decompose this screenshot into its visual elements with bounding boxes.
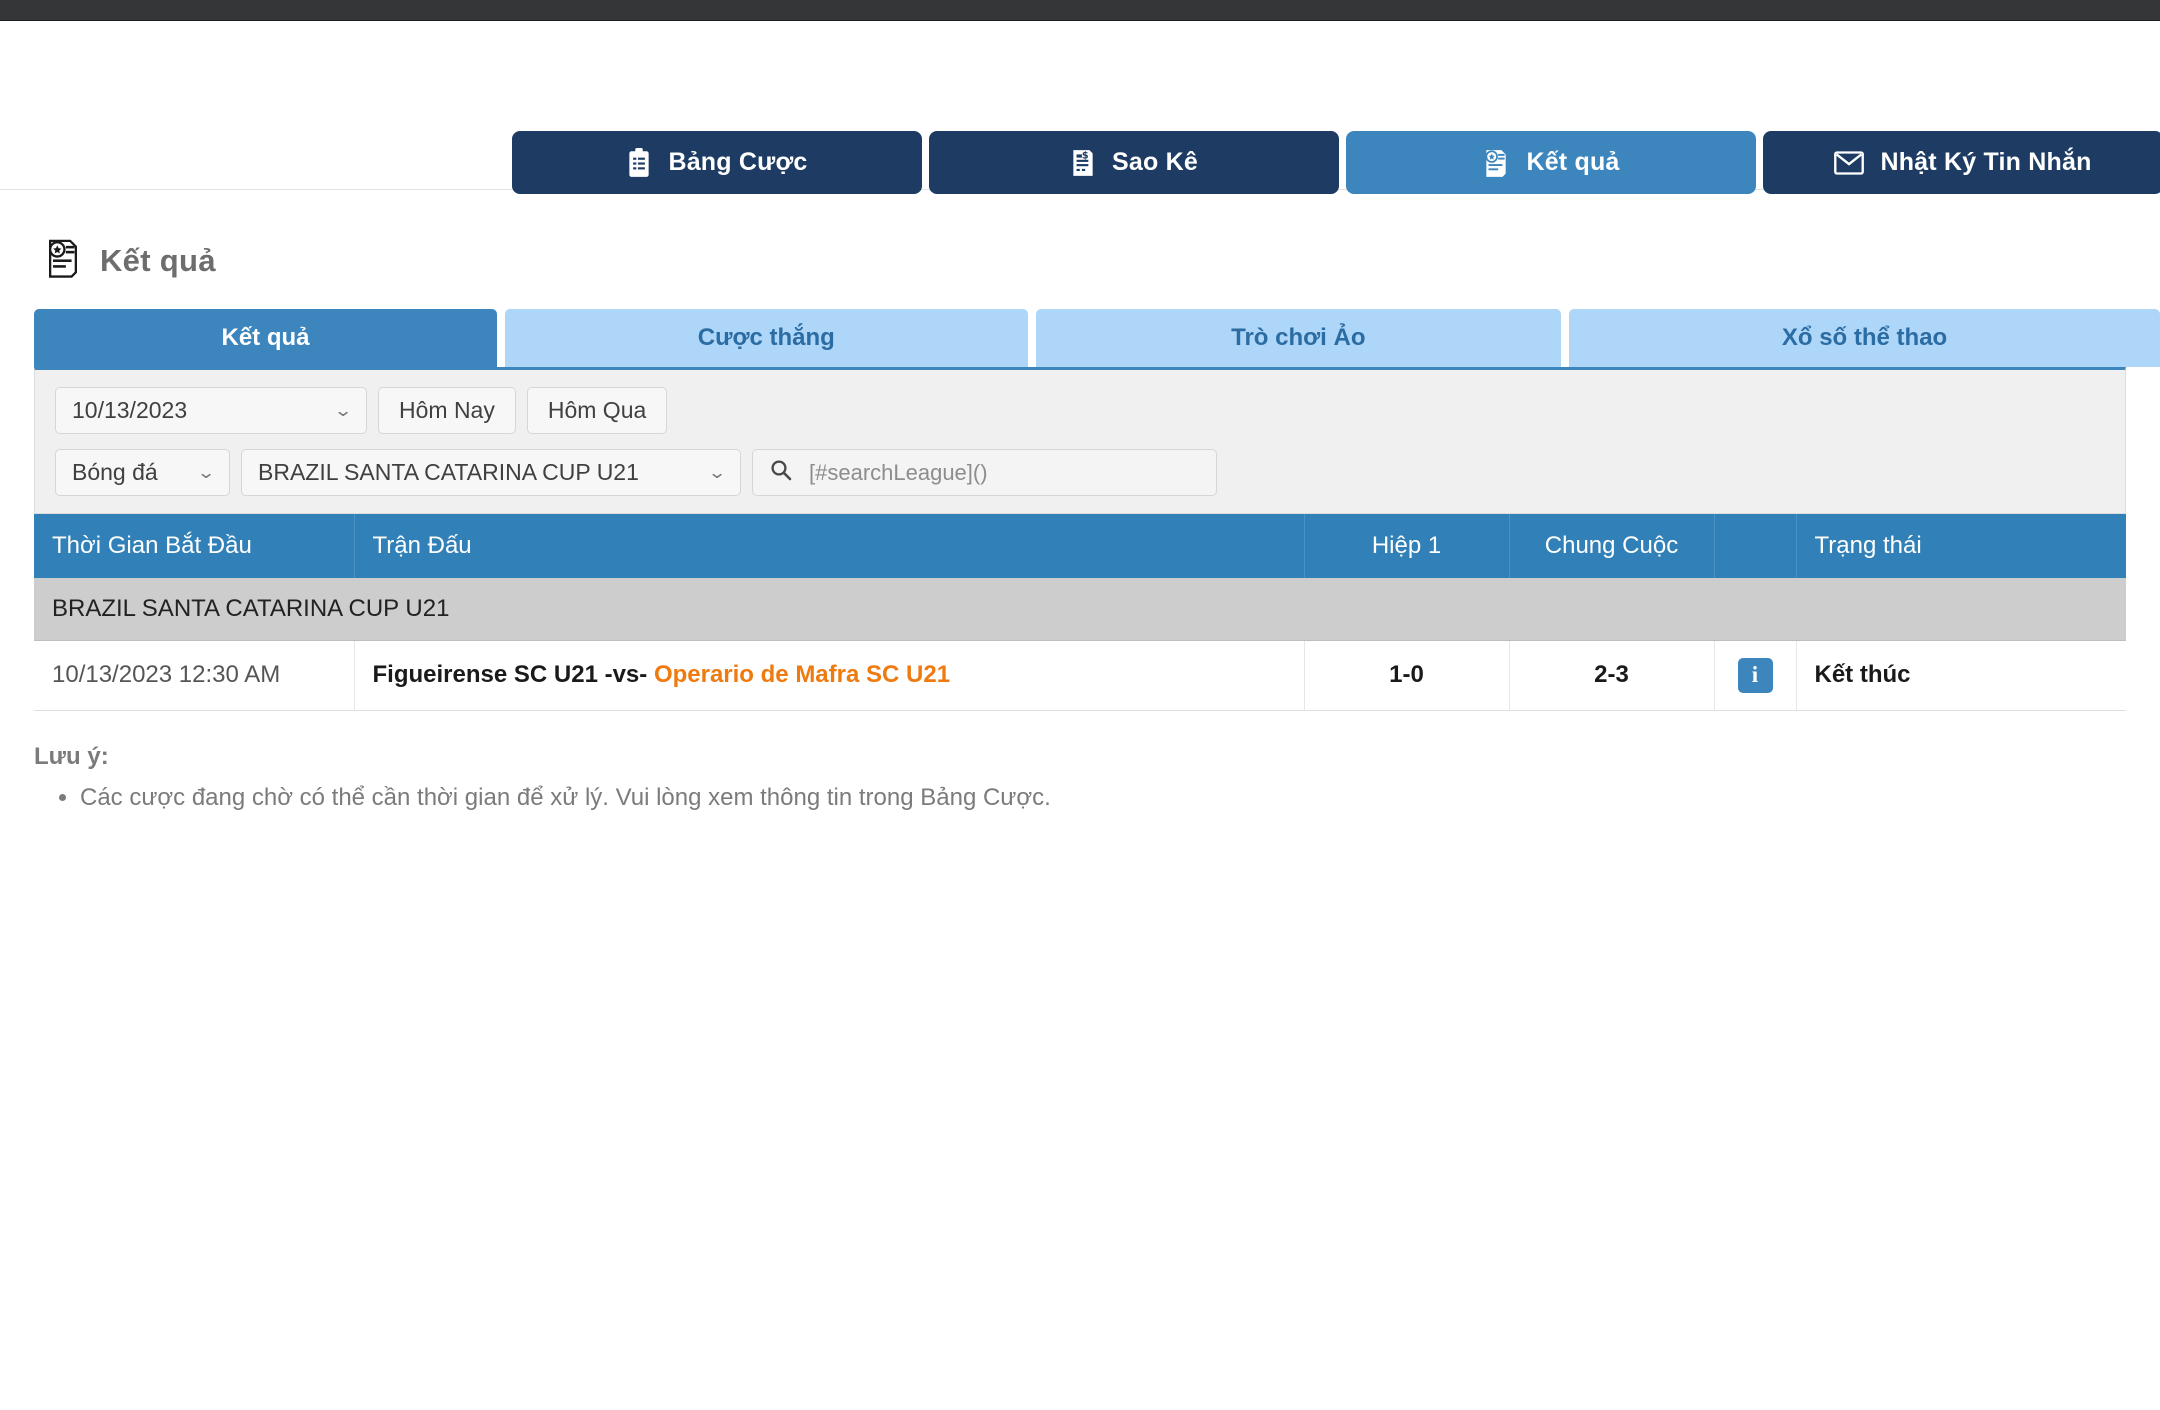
vs-separator: -vs-	[597, 661, 654, 688]
filter-row-league: Bóng đá ⌄ BRAZIL SANTA CATARINA CUP U21 …	[55, 449, 2125, 496]
date-select[interactable]: 10/13/2023 ⌄	[55, 387, 367, 434]
tab-cuoc-thang[interactable]: Cược thắng	[505, 309, 1028, 367]
main-nav-region: Bảng Cược $ Sao Kê Kết quả Nhật Ký Tin N…	[0, 21, 2160, 194]
column-header-info	[1714, 514, 1797, 578]
note-title: Lưu ý:	[34, 742, 109, 770]
clipboard-icon	[626, 147, 652, 178]
nav-button-label: Bảng Cược	[668, 148, 808, 176]
nav-button-nhat-ky-tin-nhan[interactable]: Nhật Ký Tin Nhắn	[1763, 131, 2160, 194]
league-value: BRAZIL SANTA CATARINA CUP U21	[258, 459, 639, 485]
chevron-down-icon: ⌄	[333, 400, 353, 420]
column-header-match: Trận Đấu	[354, 514, 1305, 578]
tab-tro-choi-ao[interactable]: Trò chơi Ảo	[1035, 309, 1562, 367]
yesterday-button[interactable]: Hôm Qua	[526, 387, 668, 434]
league-group-row: BRAZIL SANTA CATARINA CUP U21	[34, 578, 2126, 641]
results-table: Thời Gian Bắt Đầu Trận Đấu Hiệp 1 Chung …	[34, 514, 2126, 711]
browser-top-strip	[0, 0, 2160, 21]
table-row: 10/13/2023 12:30 AM Figueirense SC U21 -…	[34, 640, 2126, 711]
nav-button-bang-cuoc[interactable]: Bảng Cược	[512, 131, 922, 194]
date-value: 10/13/2023	[72, 397, 188, 423]
search-input[interactable]: [#searchLeague]()	[752, 449, 1217, 496]
tab-label: Cược thắng	[697, 324, 835, 351]
results-icon	[1482, 148, 1510, 178]
filter-row-date: 10/13/2023 ⌄ Hôm Nay Hôm Qua	[55, 387, 2125, 434]
note-list: Các cược đang chờ có thể cần thời gian đ…	[34, 782, 2160, 814]
tab-label: Trò chơi Ảo	[1231, 324, 1366, 351]
match-info-cell: i	[1714, 640, 1797, 711]
match-start-time: 10/13/2023 12:30 AM	[34, 640, 355, 711]
column-header-time: Thời Gian Bắt Đầu	[34, 514, 355, 578]
score-half1: 1-0	[1304, 640, 1510, 711]
score-fulltime: 2-3	[1509, 640, 1715, 711]
search-icon	[769, 458, 793, 488]
table-header-row: Thời Gian Bắt Đầu Trận Đấu Hiệp 1 Chung …	[34, 514, 2126, 578]
tab-label: Xổ số thể thao	[1781, 324, 1948, 351]
match-status: Kết thúc	[1796, 640, 2126, 711]
list-item: Các cược đang chờ có thể cần thời gian đ…	[80, 782, 2160, 814]
results-table-header: Thời Gian Bắt Đầu Trận Đấu Hiệp 1 Chung …	[34, 514, 2126, 578]
chevron-down-icon: ⌄	[707, 462, 727, 482]
note-section: Lưu ý: Các cược đang chờ có thể cần thời…	[34, 743, 2160, 814]
envelope-icon	[1834, 150, 1865, 175]
svg-text:$: $	[1082, 150, 1089, 161]
results-icon	[44, 238, 82, 283]
main-nav-buttons: Bảng Cược $ Sao Kê Kết quả Nhật Ký Tin N…	[512, 131, 2160, 194]
today-button[interactable]: Hôm Nay	[378, 387, 516, 434]
nav-button-ket-qua[interactable]: Kết quả	[1346, 131, 1756, 194]
away-team: Operario de Mafra SC U21	[653, 661, 951, 688]
yesterday-label: Hôm Qua	[547, 397, 647, 423]
nav-button-label: Sao Kê	[1112, 148, 1198, 176]
league-select[interactable]: BRAZIL SANTA CATARINA CUP U21 ⌄	[241, 449, 741, 496]
home-team: Figueirense SC U21	[372, 661, 598, 688]
filter-bar: 10/13/2023 ⌄ Hôm Nay Hôm Qua Bóng đá ⌄ B…	[34, 367, 2126, 514]
tab-label: Kết quả	[221, 324, 310, 351]
tab-xo-so-the-thao[interactable]: Xổ số thể thao	[1569, 309, 2160, 367]
tab-ket-qua[interactable]: Kết quả	[34, 309, 498, 367]
today-label: Hôm Nay	[399, 397, 495, 423]
chevron-down-icon: ⌄	[196, 462, 216, 482]
column-header-half1: Hiệp 1	[1304, 514, 1510, 578]
info-icon[interactable]: i	[1737, 657, 1773, 693]
results-table-body: BRAZIL SANTA CATARINA CUP U21 10/13/2023…	[34, 578, 2126, 711]
page-title: Kết quả	[100, 242, 216, 278]
column-header-status: Trạng thái	[1796, 514, 2126, 578]
page-title-bar: Kết quả	[0, 190, 2160, 283]
statement-icon: $	[1070, 148, 1096, 178]
sport-select[interactable]: Bóng đá ⌄	[55, 449, 230, 496]
search-placeholder: [#searchLeague]()	[809, 459, 988, 485]
column-header-fulltime: Chung Cuộc	[1509, 514, 1715, 578]
nav-button-label: Nhật Ký Tin Nhắn	[1880, 148, 2092, 176]
sub-tab-bar: Kết quả Cược thắng Trò chơi Ảo Xổ số thể…	[0, 283, 2160, 367]
nav-button-label: Kết quả	[1526, 148, 1620, 176]
nav-button-sao-ke[interactable]: $ Sao Kê	[929, 131, 1339, 194]
match-teams: Figueirense SC U21 -vs- Operario de Mafr…	[354, 640, 1305, 711]
league-group-name: BRAZIL SANTA CATARINA CUP U21	[34, 578, 2126, 641]
sport-value: Bóng đá	[72, 459, 158, 485]
